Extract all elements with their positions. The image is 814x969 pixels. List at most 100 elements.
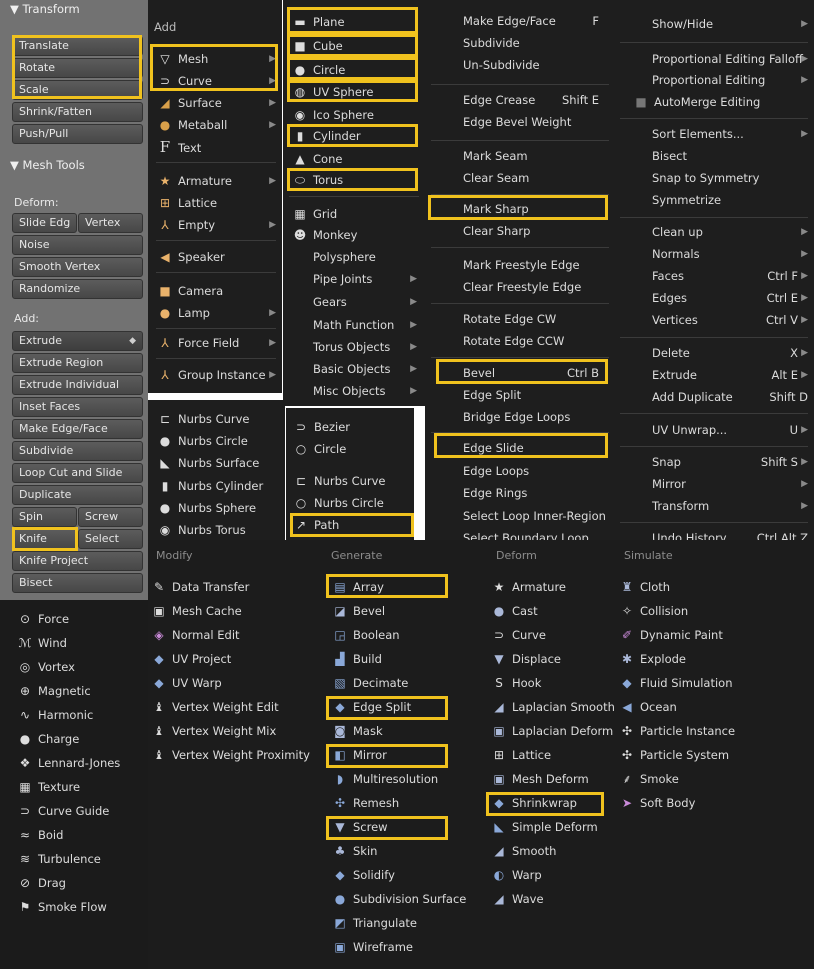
mesh-ops-item[interactable]: Faces Ctrl F ▶: [652, 265, 808, 287]
curve-bezier-item[interactable]: ⊃ Bezier: [294, 416, 350, 438]
edges-menu-item[interactable]: Clear Freestyle Edge: [463, 276, 599, 298]
force-field-item[interactable]: ● Charge: [18, 728, 80, 750]
modifier-item[interactable]: ✣ Particle Instance: [620, 720, 735, 742]
mesh-circle-item[interactable]: ● Circle: [293, 59, 346, 81]
edges-menu-item[interactable]: Mark Freestyle Edge: [463, 254, 599, 276]
surface-nurbs-cylinder-item[interactable]: ▮ Nurbs Cylinder: [158, 475, 264, 497]
modifier-item[interactable]: S Hook: [492, 672, 541, 694]
force-field-item[interactable]: ⊃ Curve Guide: [18, 800, 109, 822]
modifier-item[interactable]: ♣ Skin: [333, 840, 378, 862]
mesh-ops-item[interactable]: Proportional Editing Falloff ▶: [652, 48, 808, 70]
mesh-math-function-item[interactable]: Math Function ▶: [313, 314, 417, 336]
modifier-item[interactable]: ▣ Mesh Cache: [152, 600, 241, 622]
mesh-torus-objects-item[interactable]: Torus Objects ▶: [313, 336, 417, 358]
surface-nurbs-sphere-item[interactable]: ● Nurbs Sphere: [158, 497, 256, 519]
add-empty-item[interactable]: ⅄ Empty ▶: [158, 214, 276, 236]
modifier-item[interactable]: ✱ Explode: [620, 648, 686, 670]
mesh-ops-item[interactable]: Undo History Ctrl Alt Z: [652, 527, 808, 540]
add-text-item[interactable]: F Text: [158, 136, 276, 158]
force-field-item[interactable]: ℳ Wind: [18, 632, 67, 654]
mesh-plane-item[interactable]: ▬ Plane: [293, 11, 344, 33]
knife-select-button[interactable]: Select: [78, 529, 143, 549]
force-field-item[interactable]: ❖ Lennard-Jones: [18, 752, 121, 774]
mesh-ops-item[interactable]: Mirror ▶: [652, 473, 808, 495]
mesh-cone-item[interactable]: ▲ Cone: [293, 148, 342, 170]
curve-circle-item[interactable]: ○ Circle: [294, 438, 347, 460]
smooth-vertex-button[interactable]: Smooth Vertex: [12, 257, 143, 277]
mesh-ops-item[interactable]: Add Duplicate Shift D: [652, 386, 808, 408]
curve-path-item[interactable]: ↗ Path: [294, 514, 339, 536]
modifier-item[interactable]: ★ Armature: [492, 576, 566, 598]
edges-menu-item[interactable]: Make Edge/Face F: [463, 10, 599, 32]
add-force-field-item[interactable]: ⅄ Force Field ▶: [158, 332, 276, 354]
modifier-item[interactable]: ▣ Mesh Deform: [492, 768, 588, 790]
modifier-item[interactable]: ◆ UV Warp: [152, 672, 221, 694]
add-group-instance-item[interactable]: ⅄ Group Instance ▶: [158, 364, 276, 386]
mesh-tools-panel-header[interactable]: ▼ Mesh Tools: [10, 158, 85, 172]
slide-edge-button[interactable]: Slide Edg: [12, 213, 77, 233]
edges-menu-item[interactable]: Subdivide: [463, 32, 599, 54]
curve-nurbs-curve-item[interactable]: ⊏ Nurbs Curve: [294, 470, 386, 492]
mesh-grid-item[interactable]: ▦ Grid: [293, 203, 337, 225]
screw-button[interactable]: Screw: [78, 507, 143, 527]
edges-menu-item[interactable]: Rotate Edge CCW: [463, 330, 599, 352]
edges-menu-item[interactable]: Select Loop Inner-Region: [463, 505, 609, 527]
force-field-item[interactable]: ▦ Texture: [18, 776, 80, 798]
modifier-item[interactable]: ◩ Triangulate: [333, 912, 417, 934]
add-curve-item[interactable]: ⊃ Curve ▶: [158, 70, 276, 92]
add-metaball-item[interactable]: ● Metaball ▶: [158, 114, 276, 136]
surface-nurbs-circle-item[interactable]: ● Nurbs Circle: [158, 430, 248, 452]
modifier-item[interactable]: ▼ Displace: [492, 648, 561, 670]
modifier-item[interactable]: ✣ Remesh: [333, 792, 399, 814]
mesh-ops-item[interactable]: Sort Elements... ▶: [652, 123, 808, 145]
force-field-item[interactable]: ≋ Turbulence: [18, 848, 101, 870]
modifier-item[interactable]: ⊃ Curve: [492, 624, 546, 646]
surface-nurbs-torus-item[interactable]: ◉ Nurbs Torus: [158, 519, 246, 541]
edges-menu-item[interactable]: Edge Loops: [463, 460, 599, 482]
extrude-individual-button[interactable]: Extrude Individual: [12, 375, 143, 395]
modifier-item[interactable]: ♝ Vertex Weight Mix: [152, 720, 277, 742]
loop-cut-slide-button[interactable]: Loop Cut and Slide: [12, 463, 143, 483]
noise-button[interactable]: Noise: [12, 235, 143, 255]
modifier-item[interactable]: ◪ Bevel: [333, 600, 385, 622]
edges-menu-item[interactable]: Mark Seam: [463, 145, 599, 167]
spin-button[interactable]: Spin: [12, 507, 77, 527]
modifier-item[interactable]: ♝ Vertex Weight Proximity: [152, 744, 310, 766]
modifier-item[interactable]: ● Cast: [492, 600, 538, 622]
modifier-item[interactable]: ▼ Screw: [333, 816, 387, 838]
edges-menu-item[interactable]: Edge Rings: [463, 482, 599, 504]
shrink-fatten-button[interactable]: Shrink/Fatten: [12, 102, 143, 122]
edges-menu-item[interactable]: Bevel Ctrl B: [463, 362, 599, 384]
slide-vertex-button[interactable]: Vertex: [78, 213, 143, 233]
curve-nurbs-circle-item[interactable]: ○ Nurbs Circle: [294, 492, 384, 514]
modifier-item[interactable]: ✎ Data Transfer: [152, 576, 249, 598]
edges-menu-item[interactable]: Edge Split: [463, 384, 599, 406]
surface-nurbs-curve-item[interactable]: ⊏ Nurbs Curve: [158, 408, 250, 430]
mesh-ops-item[interactable]: Snap Shift S ▶: [652, 451, 808, 473]
modifier-item[interactable]: ◢ Laplacian Smooth: [492, 696, 615, 718]
modifier-item[interactable]: ◙ Mask: [333, 720, 382, 742]
modifier-item[interactable]: ◢ Wave: [492, 888, 543, 910]
modifier-item[interactable]: ▣ Wireframe: [333, 936, 413, 958]
mesh-misc-objects-item[interactable]: Misc Objects ▶: [313, 380, 417, 402]
force-field-item[interactable]: ◎ Vortex: [18, 656, 75, 678]
edges-menu-item[interactable]: Bridge Edge Loops: [463, 406, 599, 428]
mesh-basic-objects-item[interactable]: Basic Objects ▶: [313, 358, 417, 380]
edges-menu-item[interactable]: Edge Crease Shift E: [463, 89, 599, 111]
modifier-item[interactable]: ◈ Normal Edit: [152, 624, 239, 646]
inset-faces-button[interactable]: Inset Faces: [12, 397, 143, 417]
bisect-button[interactable]: Bisect: [12, 573, 143, 593]
modifier-item[interactable]: ◆ Fluid Simulation: [620, 672, 732, 694]
modifier-item[interactable]: ◢ Smooth: [492, 840, 556, 862]
mesh-pipe-joints-item[interactable]: Pipe Joints ▶: [313, 268, 417, 290]
modifier-item[interactable]: ▤ Array: [333, 576, 384, 598]
subdivide-button[interactable]: Subdivide: [12, 441, 143, 461]
modifier-item[interactable]: ◗ Multiresolution: [333, 768, 438, 790]
mesh-ico-sphere-item[interactable]: ◉ Ico Sphere: [293, 104, 374, 126]
mesh-ops-item[interactable]: Delete X ▶: [652, 342, 808, 364]
force-field-item[interactable]: ⊙ Force: [18, 608, 69, 630]
edges-menu-item[interactable]: Mark Sharp: [463, 198, 599, 220]
force-field-item[interactable]: ⊕ Magnetic: [18, 680, 91, 702]
edges-menu-item[interactable]: Clear Seam: [463, 167, 599, 189]
add-armature-item[interactable]: ★ Armature ▶: [158, 170, 276, 192]
